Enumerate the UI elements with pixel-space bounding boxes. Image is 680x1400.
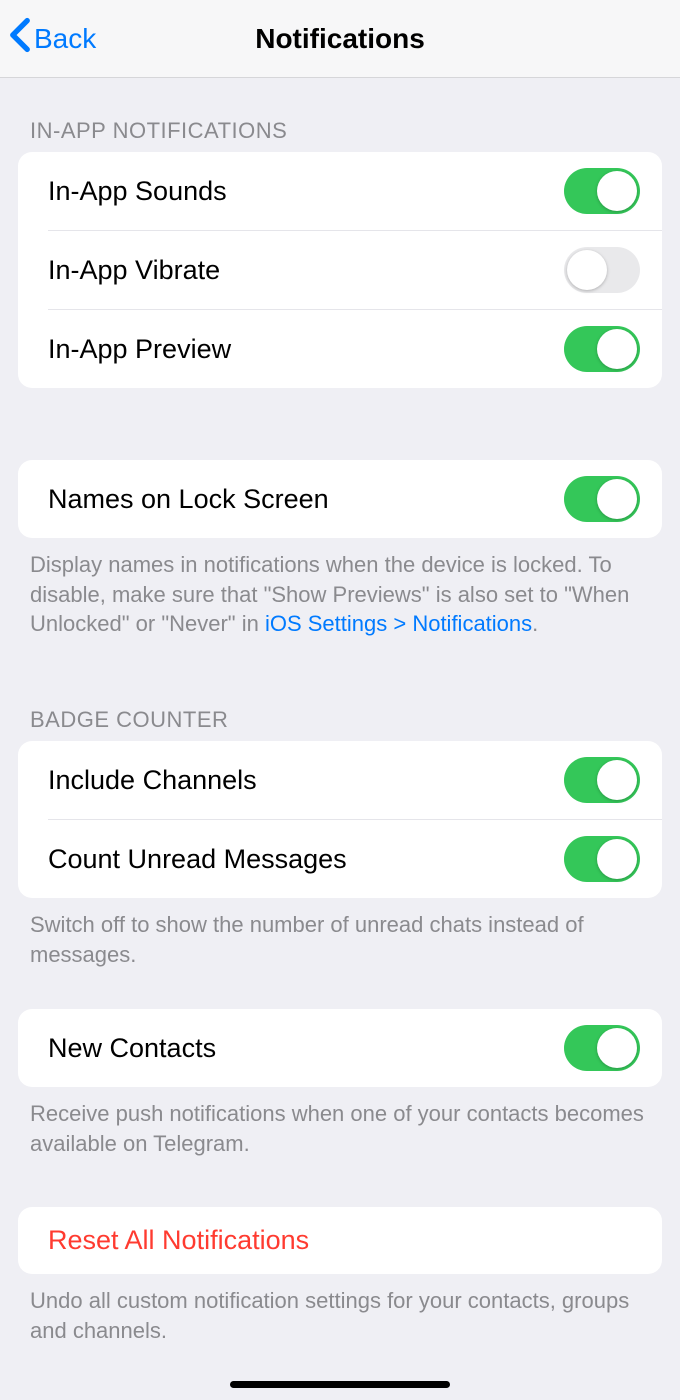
section-header-inapp: In-App Notifications	[0, 78, 680, 152]
row-inapp-sounds[interactable]: In-App Sounds	[18, 152, 662, 230]
group-badge: Include Channels Count Unread Messages	[18, 741, 662, 898]
row-new-contacts[interactable]: New Contacts	[18, 1009, 662, 1087]
label-count-unread: Count Unread Messages	[48, 844, 347, 875]
link-ios-settings[interactable]: iOS Settings > Notifications	[265, 611, 532, 636]
notifications-settings-screen: Back Notifications In-App Notifications …	[0, 0, 680, 1400]
toggle-inapp-vibrate[interactable]	[564, 247, 640, 293]
group-inapp: In-App Sounds In-App Vibrate In-App Prev…	[18, 152, 662, 388]
group-new-contacts: New Contacts	[18, 1009, 662, 1087]
toggle-new-contacts[interactable]	[564, 1025, 640, 1071]
chevron-left-icon	[8, 17, 32, 60]
footer-lockscreen: Display names in notifications when the …	[0, 538, 680, 639]
row-inapp-vibrate[interactable]: In-App Vibrate	[18, 231, 662, 309]
label-inapp-sounds: In-App Sounds	[48, 176, 227, 207]
page-title: Notifications	[255, 23, 425, 55]
footer-new-contacts: Receive push notifications when one of y…	[0, 1087, 680, 1158]
label-inapp-preview: In-App Preview	[48, 334, 231, 365]
label-new-contacts: New Contacts	[48, 1033, 216, 1064]
group-lockscreen: Names on Lock Screen	[18, 460, 662, 538]
navbar: Back Notifications	[0, 0, 680, 78]
toggle-include-channels[interactable]	[564, 757, 640, 803]
home-indicator[interactable]	[230, 1381, 450, 1388]
back-button[interactable]: Back	[8, 0, 96, 77]
row-names-lockscreen[interactable]: Names on Lock Screen	[18, 460, 662, 538]
section-header-badge: Badge Counter	[0, 639, 680, 741]
toggle-names-lockscreen[interactable]	[564, 476, 640, 522]
footer-lockscreen-text-b: .	[532, 611, 538, 636]
toggle-inapp-sounds[interactable]	[564, 168, 640, 214]
label-names-lockscreen: Names on Lock Screen	[48, 484, 329, 515]
reset-all-notifications-button[interactable]: Reset All Notifications	[18, 1207, 662, 1274]
row-count-unread[interactable]: Count Unread Messages	[18, 820, 662, 898]
back-label: Back	[34, 23, 96, 55]
group-reset: Reset All Notifications	[18, 1207, 662, 1274]
row-include-channels[interactable]: Include Channels	[18, 741, 662, 819]
label-inapp-vibrate: In-App Vibrate	[48, 255, 220, 286]
row-inapp-preview[interactable]: In-App Preview	[18, 310, 662, 388]
footer-reset: Undo all custom notification settings fo…	[0, 1274, 680, 1345]
toggle-count-unread[interactable]	[564, 836, 640, 882]
label-include-channels: Include Channels	[48, 765, 257, 796]
footer-badge: Switch off to show the number of unread …	[0, 898, 680, 969]
toggle-inapp-preview[interactable]	[564, 326, 640, 372]
content-scroll[interactable]: In-App Notifications In-App Sounds In-Ap…	[0, 78, 680, 1400]
